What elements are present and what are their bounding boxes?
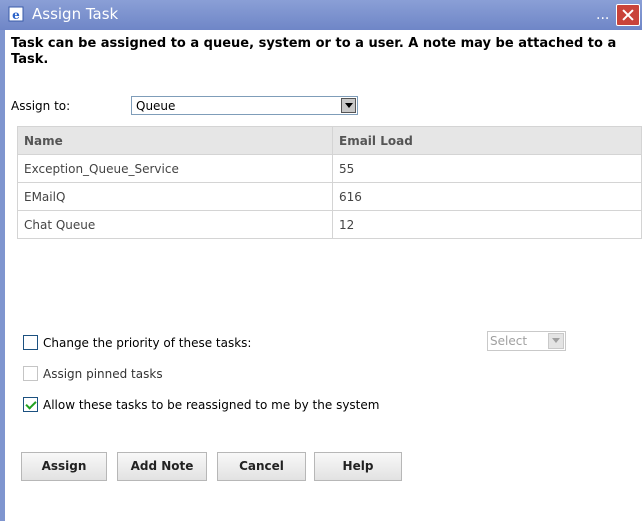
assign-button[interactable]: Assign: [21, 452, 107, 481]
column-header-email-load[interactable]: Email Load: [332, 126, 642, 155]
assign-pinned-checkbox[interactable]: [23, 366, 38, 381]
svg-text:e: e: [12, 8, 20, 22]
allow-reassign-label: Allow these tasks to be reassigned to me…: [43, 398, 380, 412]
table-row[interactable]: EMailQ 616: [17, 182, 642, 211]
change-priority-label: Change the priority of these tasks:: [43, 336, 252, 350]
assign-to-value: Queue: [136, 99, 176, 113]
chevron-down-icon[interactable]: [341, 98, 356, 113]
assign-pinned-label: Assign pinned tasks: [43, 367, 163, 381]
queue-table: Name Email Load Exception_Queue_Service …: [17, 126, 642, 239]
title-bar: e Assign Task ...: [0, 0, 642, 30]
window-title: Assign Task: [32, 5, 119, 23]
priority-select[interactable]: Select: [487, 331, 566, 351]
ie-window-icon: e: [8, 6, 24, 22]
cell-name: EMailQ: [17, 182, 333, 211]
cell-email-load: 12: [332, 210, 642, 239]
chevron-down-icon[interactable]: [548, 333, 564, 349]
table-row[interactable]: Exception_Queue_Service 55: [17, 154, 642, 183]
help-button[interactable]: Help: [314, 452, 402, 481]
column-header-name[interactable]: Name: [17, 126, 333, 155]
cell-email-load: 55: [332, 154, 642, 183]
change-priority-checkbox[interactable]: [23, 335, 38, 350]
assign-to-label: Assign to:: [11, 99, 71, 113]
title-ellipsis: ...: [596, 7, 610, 23]
assign-to-select[interactable]: Queue: [131, 96, 358, 115]
table-header-row: Name Email Load: [17, 126, 642, 155]
table-row[interactable]: Chat Queue 12: [17, 210, 642, 239]
cell-name: Chat Queue: [17, 210, 333, 239]
add-note-button[interactable]: Add Note: [117, 452, 207, 481]
window-border: [0, 30, 5, 521]
cancel-button[interactable]: Cancel: [217, 452, 306, 481]
cell-name: Exception_Queue_Service: [17, 154, 333, 183]
cell-email-load: 616: [332, 182, 642, 211]
close-button[interactable]: [616, 4, 640, 26]
priority-select-value: Select: [490, 334, 528, 348]
allow-reassign-checkbox[interactable]: [23, 397, 38, 412]
description-text: Task can be assigned to a queue, system …: [11, 36, 617, 67]
